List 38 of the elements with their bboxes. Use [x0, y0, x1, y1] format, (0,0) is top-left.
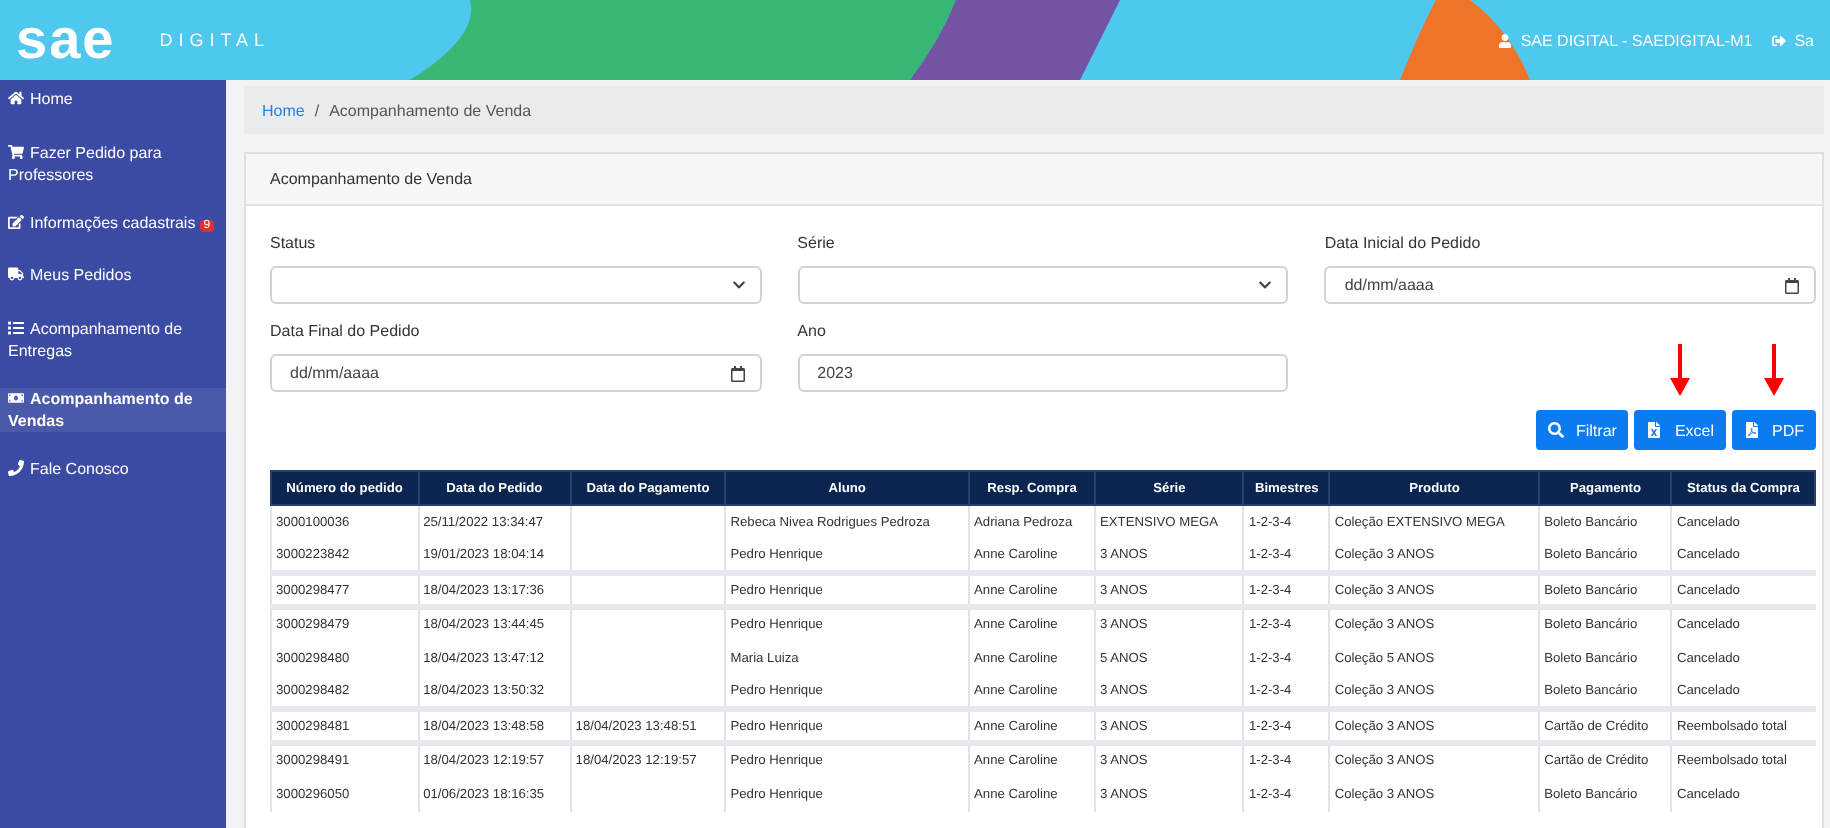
chevron-down-icon — [1258, 278, 1273, 292]
spreadsheet-file-icon — [1646, 422, 1663, 438]
sidebar-item[interactable]: Acompanhamento de Entregas — [0, 318, 226, 362]
user-icon — [1498, 33, 1513, 47]
breadcrumb-separator: / — [314, 101, 320, 119]
field-label: Ano — [797, 322, 828, 340]
phone-icon — [8, 460, 24, 476]
field-label: Status — [270, 234, 318, 252]
edit-icon — [8, 214, 24, 230]
chevron-down-icon — [731, 278, 746, 292]
truck-icon — [8, 266, 24, 282]
sidebar-item[interactable]: Acompanhamento de Vendas — [0, 388, 226, 432]
cart-icon — [8, 144, 24, 160]
money-icon — [8, 390, 24, 406]
field-label: Data Inicial do Pedido — [1324, 234, 1483, 252]
sign-out-icon — [1772, 33, 1787, 47]
logo-subtitle: DIGITAL — [159, 30, 271, 50]
sidebar-item[interactable]: Home — [0, 88, 226, 110]
action-button[interactable]: Filtrar — [1535, 410, 1629, 450]
calendar-icon — [729, 365, 746, 381]
field-label: Data Final do Pedido — [270, 322, 422, 340]
home-icon — [8, 90, 24, 106]
logo: sae — [16, 8, 116, 72]
date-field[interactable]: dd/mm/aaaa — [270, 354, 762, 392]
sidebar-item[interactable]: Fazer Pedido para Professores — [0, 142, 226, 186]
select-field[interactable] — [797, 266, 1289, 304]
date-field[interactable]: dd/mm/aaaa — [1324, 266, 1816, 304]
calendar-icon — [1784, 277, 1800, 293]
search-icon — [1547, 422, 1564, 438]
pdf-file-icon — [1744, 422, 1760, 438]
field-label: Série — [797, 234, 837, 252]
select-field[interactable] — [270, 266, 762, 304]
sidebar-item[interactable]: Meus Pedidos — [0, 264, 226, 286]
sidebar-item[interactable]: Fale Conosco — [0, 458, 226, 480]
list-icon — [8, 320, 24, 336]
text-field[interactable]: 2023 — [797, 354, 1289, 392]
breadcrumb-current: Acompanhamento de Venda — [329, 101, 532, 119]
card-header: Acompanhamento de Venda — [246, 154, 1822, 206]
